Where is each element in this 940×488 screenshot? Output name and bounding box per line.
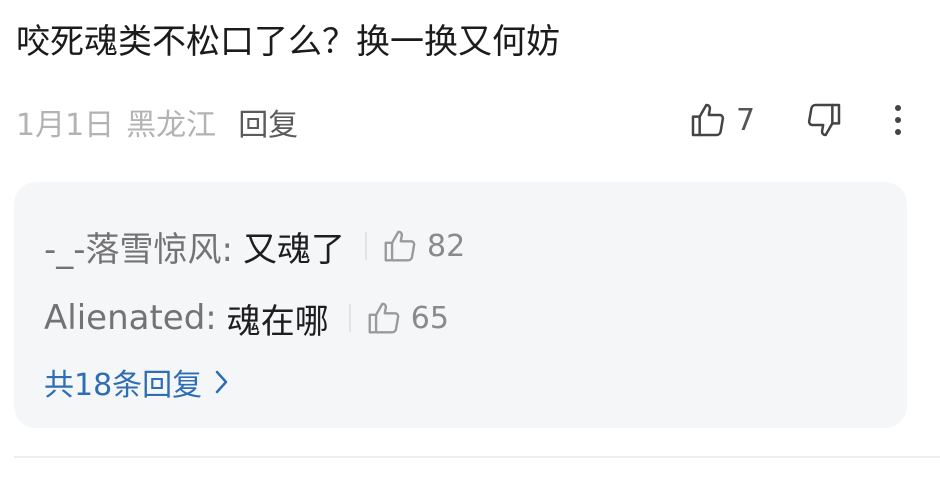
reply-like-count: 82 xyxy=(427,228,466,264)
thumbs-down-icon[interactable] xyxy=(804,100,844,140)
thumbs-up-icon[interactable] xyxy=(365,299,403,337)
comment-date: 1月1日 xyxy=(16,108,115,143)
view-all-replies-link[interactable]: 共18条回复 xyxy=(44,358,230,406)
reply-username[interactable]: -_-落雪惊风: xyxy=(44,222,233,271)
reply-item[interactable]: Alienated: 魂在哪 65 xyxy=(44,294,449,342)
comment-divider xyxy=(14,456,940,458)
more-options-button[interactable] xyxy=(884,96,912,144)
reply-text: 又魂了 xyxy=(243,229,345,270)
comment-text: 咬死魂类不松口了么？换一换又何妨 xyxy=(16,22,560,62)
comment-location: 黑龙江 xyxy=(126,108,217,143)
reply-text: 魂在哪 xyxy=(226,301,329,342)
like-button[interactable]: 7 xyxy=(688,96,755,144)
view-all-replies-label[interactable]: 共18条回复 xyxy=(44,360,202,404)
like-count: 7 xyxy=(736,102,756,138)
more-vertical-icon[interactable] xyxy=(892,102,904,138)
thumbs-up-icon[interactable] xyxy=(688,100,728,140)
chevron-right-icon[interactable] xyxy=(214,369,230,395)
dislike-button[interactable] xyxy=(804,96,844,144)
reply-like-count: 65 xyxy=(410,300,449,336)
reply-separator xyxy=(365,232,367,260)
reply-button[interactable]: 回复 xyxy=(238,100,298,144)
reply-panel: -_-落雪惊风: 又魂了 82 Alienated: 魂在哪 65 共18条回复 xyxy=(14,182,907,428)
comment-meta: 1月1日 黑龙江 回复 xyxy=(16,98,298,146)
reply-separator xyxy=(348,304,351,332)
reply-item[interactable]: -_-落雪惊风: 又魂了 82 xyxy=(44,222,465,270)
thumbs-up-icon[interactable] xyxy=(381,227,419,265)
reply-username[interactable]: Alienated: xyxy=(44,298,217,338)
